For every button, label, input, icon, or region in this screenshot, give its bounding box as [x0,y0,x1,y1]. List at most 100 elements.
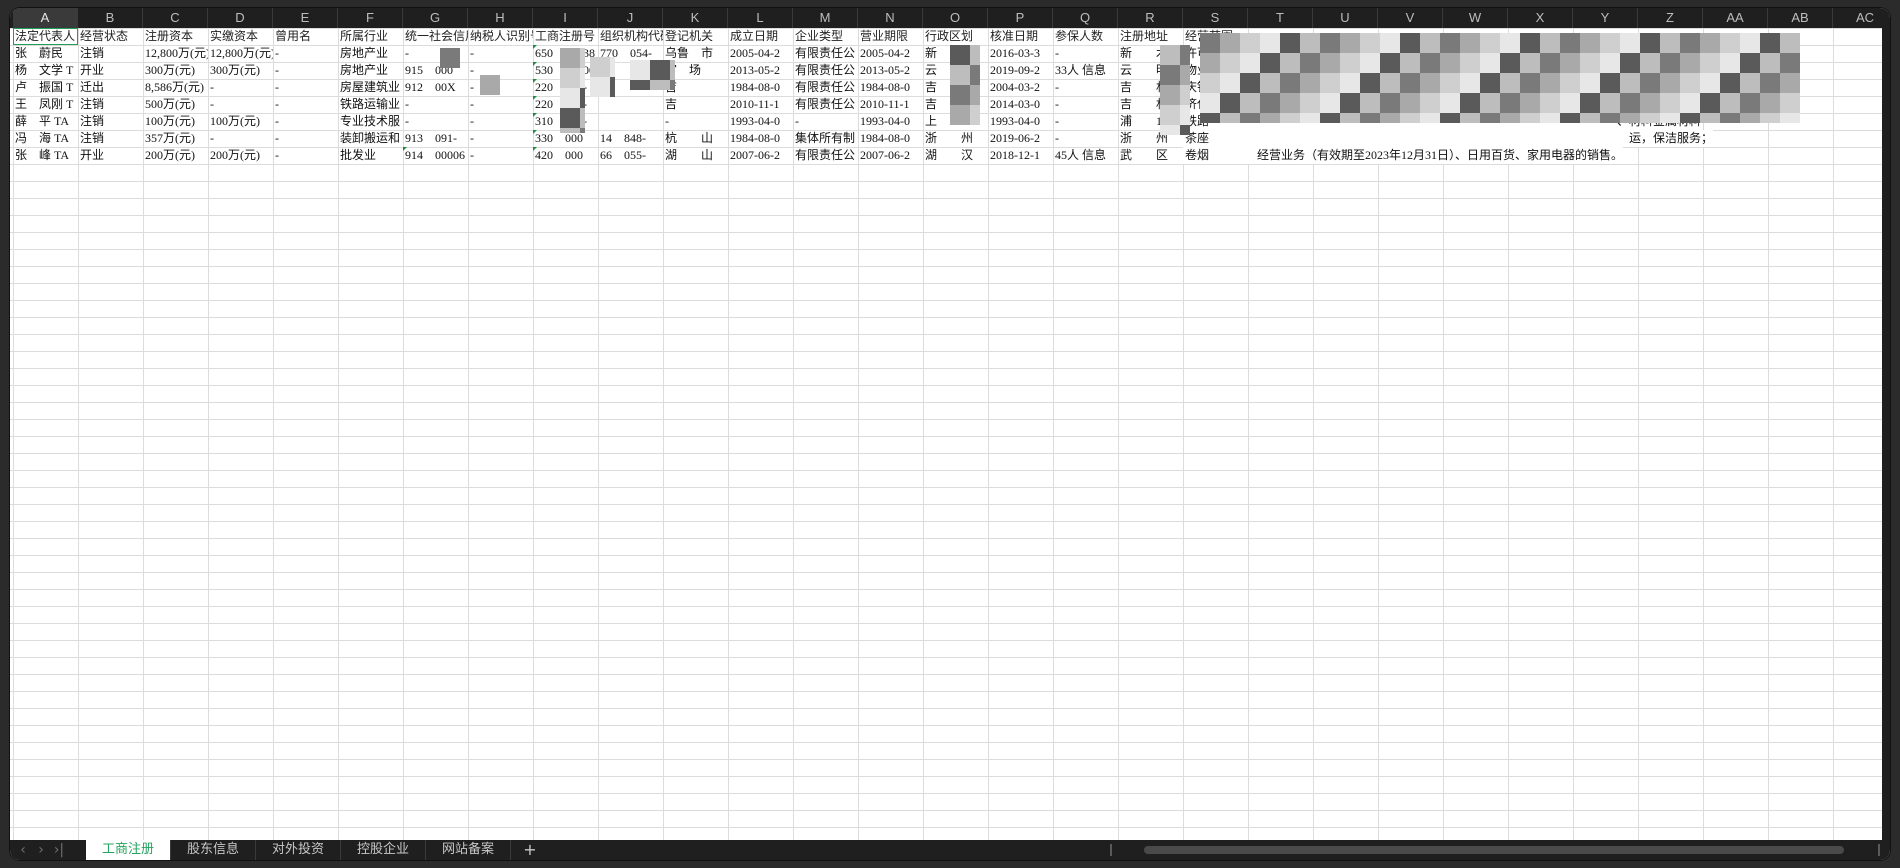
table-cell[interactable] [598,96,663,113]
table-cell[interactable]: 浙 州 [923,130,988,147]
table-cell[interactable]: 300万(元) [143,62,208,79]
table-cell[interactable]: 卷烟 经营业务（有效期至2023年12月31日）、日用百货、家用电器的销售。 [1183,147,1624,164]
column-header-d[interactable]: D [208,8,273,28]
table-cell[interactable]: 913 091- [403,130,468,147]
table-cell[interactable]: 武 区 [1118,147,1183,164]
table-cell[interactable]: 有限责任公 [793,147,858,164]
table-cell[interactable]: 房屋建筑业 [338,79,403,96]
table-cell[interactable]: 注销 [78,96,143,113]
split-handle-icon[interactable] [1110,844,1112,856]
table-cell[interactable]: 100万(元) [143,113,208,130]
table-cell[interactable]: 2005-04-2 [728,45,793,62]
table-cell[interactable]: 2010-11-1 [728,96,793,113]
column-header-q[interactable]: Q [1053,8,1118,28]
table-cell[interactable]: - [403,96,468,113]
sheet-tab-1[interactable]: 工商注册 [86,840,171,860]
table-cell[interactable]: 茶座 运，保洁服务； [1183,130,1714,147]
table-cell[interactable]: 开业 [78,147,143,164]
table-cell[interactable]: 200万(元) [143,147,208,164]
horizontal-scrollbar[interactable] [1130,846,1870,854]
column-header-f[interactable]: F [338,8,403,28]
table-cell[interactable]: 357万(元) [143,130,208,147]
header-cell[interactable]: 注册资本 [143,28,208,45]
column-header-p[interactable]: P [988,8,1053,28]
table-cell[interactable]: 2007-06-2 [858,147,923,164]
table-cell[interactable]: - [273,96,338,113]
table-cell[interactable]: 批发业 [338,147,403,164]
header-cell[interactable]: 经营状态 [78,28,143,45]
table-cell[interactable]: - [468,79,533,96]
table-cell[interactable]: 杨 文学 T [13,62,78,79]
table-cell[interactable]: - [208,79,273,96]
table-cell[interactable]: 33人 信息 [1053,62,1118,79]
table-cell[interactable]: 12,800万(元) [208,45,273,62]
table-cell[interactable]: 2019-06-2 [988,130,1053,147]
table-cell[interactable]: 铁路运输业 [338,96,403,113]
table-cell[interactable]: - [208,96,273,113]
table-cell[interactable]: 吉 [663,96,728,113]
column-header-b[interactable]: B [78,8,143,28]
table-cell[interactable]: 914 00006 [403,147,468,164]
table-cell[interactable]: 冯 海 TA [13,130,78,147]
header-cell[interactable]: 统一社会信用代码 [403,28,468,45]
table-cell[interactable]: - [1053,130,1118,147]
table-cell[interactable]: 66 055- [598,147,663,164]
table-cell[interactable]: 12,800万(元) [143,45,208,62]
table-cell[interactable]: 1984-08-0 [728,79,793,96]
column-header-v[interactable]: V [1378,8,1443,28]
column-header-m[interactable]: M [793,8,858,28]
column-header-z[interactable]: Z [1638,8,1703,28]
table-cell[interactable]: 8,586万(元) [143,79,208,96]
table-cell[interactable]: 薛 平 TA [13,113,78,130]
table-cell[interactable]: 2018-12-1 [988,147,1053,164]
header-cell[interactable]: 所属行业 [338,28,403,45]
chevron-left-icon[interactable]: ‹ [14,840,32,860]
table-cell[interactable]: 1984-08-0 [728,130,793,147]
table-cell[interactable]: 1993-04-0 [858,113,923,130]
table-cell[interactable]: 有限责任公 [793,96,858,113]
table-cell[interactable]: 房地产业 [338,62,403,79]
table-cell[interactable]: - [468,147,533,164]
table-cell[interactable]: - [1053,45,1118,62]
table-cell[interactable]: - [468,96,533,113]
column-header-l[interactable]: L [728,8,793,28]
header-cell[interactable]: 注册地址 [1118,28,1183,45]
table-cell[interactable]: - [468,113,533,130]
column-header-i[interactable]: I [533,8,598,28]
column-header-n[interactable]: N [858,8,923,28]
table-cell[interactable]: 2019-09-2 [988,62,1053,79]
table-cell[interactable]: 张 峰 TA [13,147,78,164]
column-header-s[interactable]: S [1183,8,1248,28]
column-header-r[interactable]: R [1118,8,1183,28]
table-cell[interactable]: 912 00X [403,79,468,96]
header-cell[interactable]: 法定代表人 [13,28,78,45]
table-cell[interactable]: - [273,113,338,130]
table-cell[interactable]: - [273,147,338,164]
column-header-x[interactable]: X [1508,8,1573,28]
table-cell[interactable]: 1984-08-0 [858,79,923,96]
column-header-e[interactable]: E [273,8,338,28]
cell-grid[interactable]: 法定代表人经营状态注册资本实缴资本曾用名所属行业统一社会信用代码纳税人识别号工商… [10,28,1882,840]
header-cell[interactable]: 企业类型 [793,28,858,45]
table-cell[interactable]: 开业 [78,62,143,79]
table-cell[interactable]: - [468,62,533,79]
table-cell[interactable]: 有限责任公 [793,62,858,79]
table-cell[interactable]: 100万(元) [208,113,273,130]
table-cell[interactable]: - [1053,96,1118,113]
column-header-bar[interactable]: A B C D E F G H I J K L M N O P Q R S T U V W X Y Z AA AB AC [10,8,1890,28]
table-cell[interactable]: - [403,113,468,130]
column-header-w[interactable]: W [1443,8,1508,28]
header-cell[interactable]: 组织机构代码 [598,28,663,45]
table-cell[interactable]: 注销 [78,113,143,130]
table-cell[interactable]: 注销 [78,130,143,147]
plus-icon[interactable]: + [518,840,542,860]
table-cell[interactable]: - [663,113,728,130]
table-cell[interactable]: 有限责任公 [793,79,858,96]
table-cell[interactable]: - [468,130,533,147]
table-cell[interactable]: 集体所有制 [793,130,858,147]
chevron-right-icon[interactable]: › [32,840,50,860]
table-cell[interactable]: 200万(元) [208,147,273,164]
table-cell[interactable]: 2007-06-2 [728,147,793,164]
sheet-tab-4[interactable]: 控股企业 [341,840,426,860]
header-cell[interactable]: 参保人数 [1053,28,1118,45]
